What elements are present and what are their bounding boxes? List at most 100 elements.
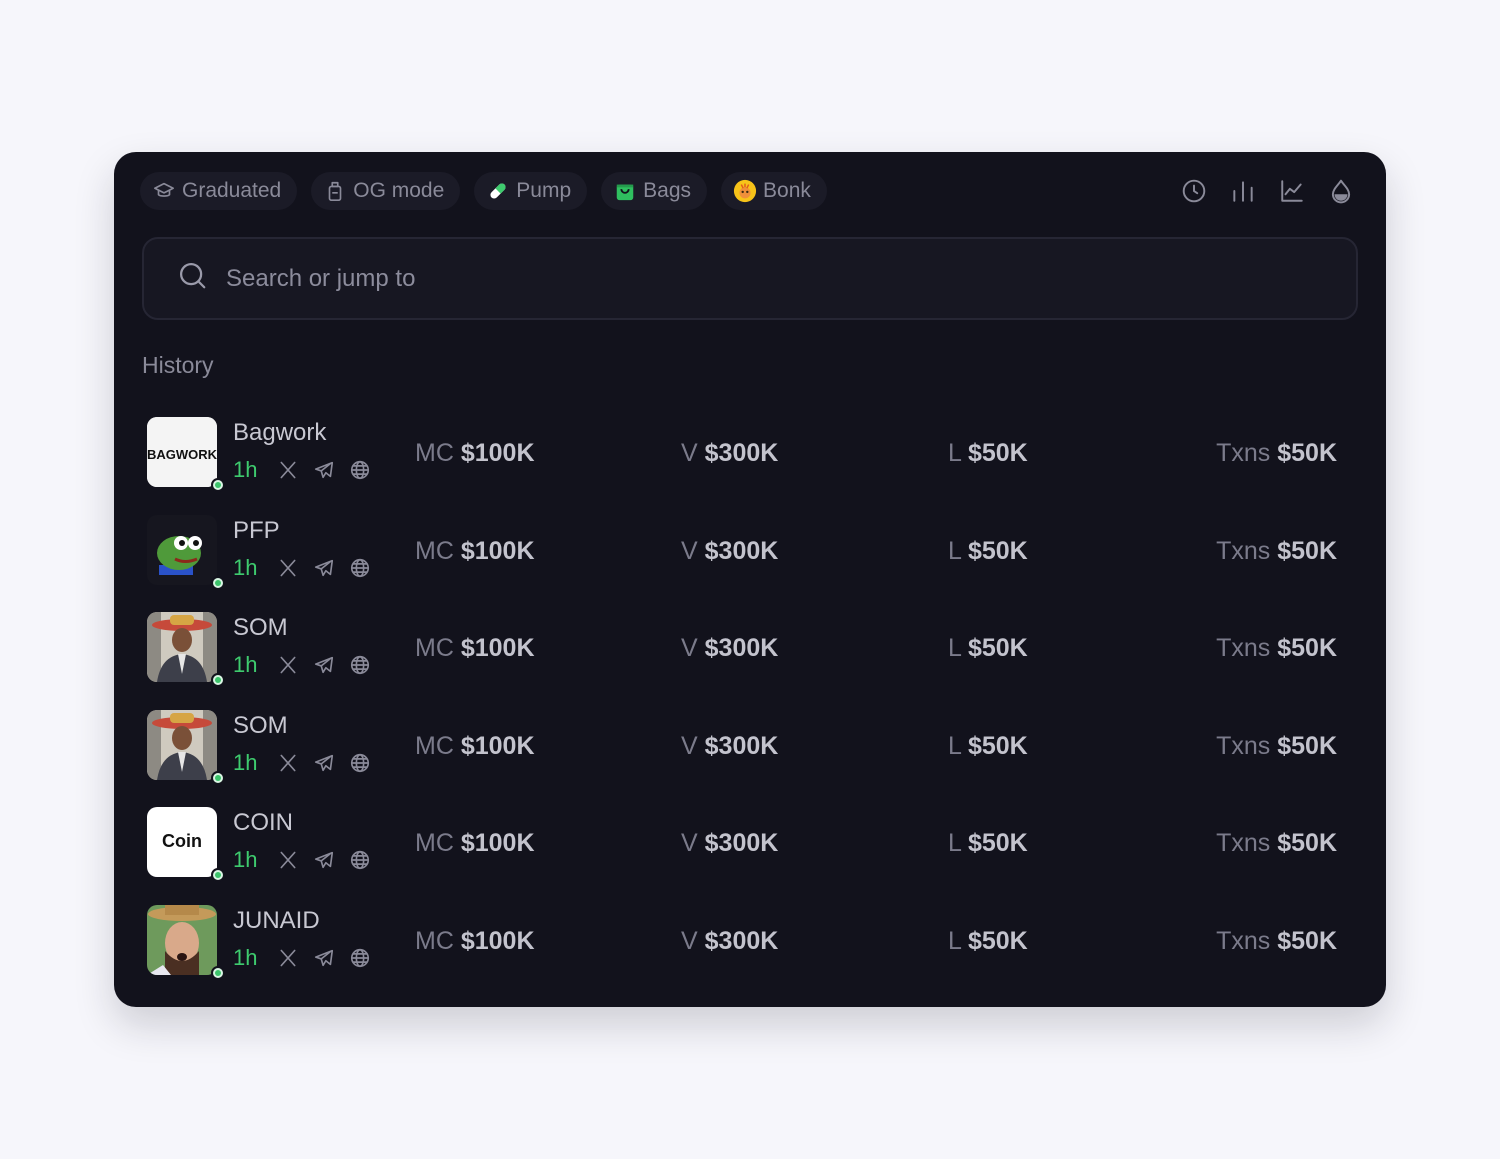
globe-icon[interactable] [349,654,371,676]
droplet-icon[interactable] [1326,176,1356,206]
globe-icon[interactable] [349,752,371,774]
clock-icon[interactable] [1179,176,1209,206]
history-heading: History [142,352,214,378]
globe-icon[interactable] [349,557,371,579]
line-chart-icon[interactable] [1277,176,1307,206]
bag-icon [613,179,637,203]
transactions: Txns $50K [1216,634,1337,662]
volume: V $300K [681,634,779,662]
telegram-icon[interactable] [313,459,335,481]
bar-chart-icon[interactable] [1228,176,1258,206]
globe-icon[interactable] [349,459,371,481]
history-row[interactable]: Coin COIN 1h MC $100K V $300K L $50K Txn… [147,807,1337,905]
avatar-text: Coin [162,831,202,851]
token-meta: 1h [233,847,371,873]
volume: V $300K [681,731,779,760]
token-name: PFP [233,516,280,544]
volume: V $300K [681,439,779,467]
token-age: 1h [233,944,258,970]
liquidity: L $50K [948,536,1028,565]
tab-bonk[interactable]: Bonk [721,172,827,210]
token-age: 1h [233,457,258,482]
x-icon[interactable] [277,752,299,774]
pill-icon [486,179,510,203]
toolbar [1179,176,1356,206]
status-dot [211,965,225,980]
history-list: BAGWORK Bagwork 1h MC $100K V $300K L $5… [147,417,1337,1002]
token-avatar [147,514,217,585]
liquidity: L $50K [948,829,1028,857]
tab-label: OG mode [353,179,445,202]
graduation-cap-icon [152,179,176,203]
x-icon[interactable] [277,459,299,481]
x-icon[interactable] [277,849,299,871]
token-meta: 1h [233,945,371,971]
jar-icon [323,179,347,203]
token-meta: 1h [233,555,371,581]
telegram-icon[interactable] [313,752,335,774]
token-age: 1h [233,554,258,580]
status-dot [211,478,225,492]
telegram-icon[interactable] [313,849,335,871]
search-icon [178,261,208,296]
volume: V $300K [681,829,779,857]
token-avatar [147,709,217,780]
x-icon[interactable] [277,654,299,676]
globe-icon[interactable] [349,849,371,871]
x-icon[interactable] [277,557,299,579]
volume: V $300K [681,536,779,565]
market-cap: MC $100K [415,926,535,955]
token-name: SOM [233,711,288,739]
status-dot [211,770,225,785]
market-cap: MC $100K [415,439,535,467]
liquidity: L $50K [948,439,1028,467]
tab-graduated[interactable]: Graduated [140,172,298,210]
tab-pump[interactable]: Pump [474,172,588,210]
search-input[interactable] [224,263,1228,294]
search-bar[interactable] [142,237,1358,320]
avatar-text: BAGWORK [147,447,217,462]
transactions: Txns $50K [1216,536,1337,565]
history-row[interactable]: BAGWORK Bagwork 1h MC $100K V $300K L $5… [147,417,1337,515]
search-panel: Graduated OG mode Pump Bags Bonk Search … [114,152,1386,1007]
market-cap: MC $100K [415,731,535,760]
history-row[interactable]: SOM 1h MC $100K V $300K L $50K Txns $50K [147,709,1337,808]
tab-label: Bonk [763,179,811,202]
market-cap: MC $100K [415,536,535,565]
token-avatar [147,904,217,975]
token-name: JUNAID [233,906,320,934]
token-name: SOM [233,614,288,641]
token-meta: 1h [233,652,371,678]
transactions: Txns $50K [1216,926,1337,955]
telegram-icon[interactable] [313,557,335,579]
transactions: Txns $50K [1216,439,1337,467]
history-row[interactable]: SOM 1h MC $100K V $300K L $50K Txns $50K [147,612,1337,710]
telegram-icon[interactable] [313,947,335,969]
status-dot [211,868,225,882]
token-avatar [147,612,217,682]
market-cap: MC $100K [415,829,535,857]
status-dot [211,673,225,687]
globe-icon[interactable] [349,947,371,969]
transactions: Txns $50K [1216,829,1337,857]
token-age: 1h [233,749,258,775]
market-cap: MC $100K [415,634,535,662]
history-row[interactable]: JUNAID 1h MC $100K V $300K L $50K Txns $… [147,904,1337,1003]
liquidity: L $50K [948,926,1028,955]
token-name: COIN [233,809,293,836]
token-avatar: BAGWORK [147,417,217,487]
token-meta: 1h [233,750,371,776]
tab-label: Bags [643,179,692,202]
x-icon[interactable] [277,947,299,969]
token-avatar: Coin [147,807,217,877]
volume: V $300K [681,926,779,955]
liquidity: L $50K [948,634,1028,662]
history-row[interactable]: PFP 1h MC $100K V $300K L $50K Txns $50K [147,514,1337,613]
tab-og-mode[interactable]: OG mode [311,172,461,210]
telegram-icon[interactable] [313,654,335,676]
status-dot [211,575,225,590]
transactions: Txns $50K [1216,731,1337,760]
tab-bags[interactable]: Bags [601,172,708,210]
liquidity: L $50K [948,731,1028,760]
token-age: 1h [233,652,258,677]
